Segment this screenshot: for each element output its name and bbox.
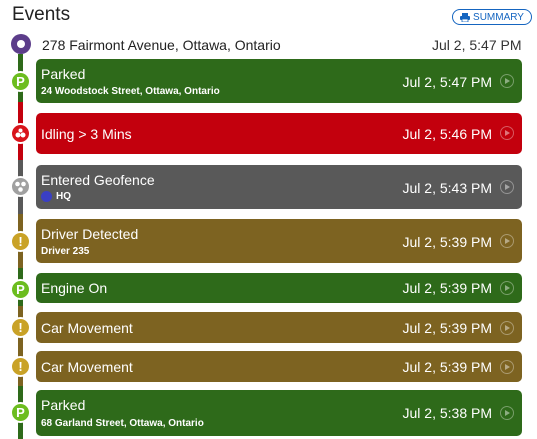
start-address: 278 Fairmont Avenue, Ottawa, Ontario: [42, 37, 281, 53]
event-card-parked[interactable]: Parked 24 Woodstock Street, Ottawa, Onta…: [36, 59, 522, 103]
event-time: Jul 2, 5:39 PM: [402, 234, 493, 250]
event-time: Jul 2, 5:39 PM: [402, 359, 493, 375]
event-time: Jul 2, 5:46 PM: [402, 126, 493, 142]
play-icon[interactable]: [500, 406, 514, 420]
event-label: Engine On: [41, 280, 108, 296]
start-location-icon: [11, 34, 31, 54]
event-sub: HQ: [41, 191, 71, 202]
event-label: Car Movement: [41, 359, 133, 375]
warning-icon: !: [10, 231, 31, 252]
event-time: Jul 2, 5:39 PM: [402, 320, 493, 336]
event-sub: 68 Garland Street, Ottawa, Ontario: [41, 418, 204, 429]
event-label: Driver Detected: [41, 226, 139, 242]
event-label: Parked: [41, 397, 86, 413]
play-icon[interactable]: [500, 126, 514, 140]
event-card-driver-detected[interactable]: Driver Detected Driver 235 Jul 2, 5:39 P…: [36, 219, 522, 263]
play-icon[interactable]: [500, 180, 514, 194]
event-sub: 24 Woodstock Street, Ottawa, Ontario: [41, 86, 220, 97]
idle-icon: [10, 123, 31, 144]
event-label: Parked: [41, 66, 86, 82]
event-card-geofence[interactable]: Entered Geofence HQ Jul 2, 5:43 PM: [36, 165, 522, 209]
geofence-icon: [10, 176, 31, 197]
event-card-car-movement[interactable]: Car Movement Jul 2, 5:39 PM: [36, 351, 522, 382]
event-card-parked[interactable]: Parked 68 Garland Street, Ottawa, Ontari…: [36, 390, 522, 436]
play-icon[interactable]: [500, 321, 514, 335]
event-sub: Driver 235: [41, 246, 90, 257]
event-label: Car Movement: [41, 320, 133, 336]
printer-icon: [460, 12, 471, 22]
play-icon[interactable]: [500, 74, 514, 88]
parked-icon: P: [10, 71, 31, 92]
event-label: Idling > 3 Mins: [41, 126, 132, 142]
event-time: Jul 2, 5:43 PM: [402, 180, 493, 196]
event-time: Jul 2, 5:38 PM: [402, 405, 493, 421]
play-icon[interactable]: [500, 234, 514, 248]
summary-button[interactable]: SUMMARY: [452, 9, 532, 25]
warning-icon: !: [10, 356, 31, 377]
parked-icon: P: [10, 279, 31, 300]
parked-icon: P: [10, 402, 31, 423]
event-time: Jul 2, 5:47 PM: [402, 74, 493, 90]
play-icon[interactable]: [500, 360, 514, 374]
geofence-color-dot: [41, 191, 52, 202]
event-label: Entered Geofence: [41, 172, 155, 188]
event-card-idling[interactable]: Idling > 3 Mins Jul 2, 5:46 PM: [36, 113, 522, 154]
play-icon[interactable]: [500, 281, 514, 295]
summary-label: SUMMARY: [473, 11, 524, 23]
event-time: Jul 2, 5:39 PM: [402, 280, 493, 296]
start-location-row: 278 Fairmont Avenue, Ottawa, Ontario Jul…: [0, 32, 537, 56]
warning-icon: !: [10, 317, 31, 338]
event-card-engine-on[interactable]: Engine On Jul 2, 5:39 PM: [36, 273, 522, 303]
event-card-car-movement[interactable]: Car Movement Jul 2, 5:39 PM: [36, 312, 522, 343]
start-time: Jul 2, 5:47 PM: [432, 37, 522, 53]
